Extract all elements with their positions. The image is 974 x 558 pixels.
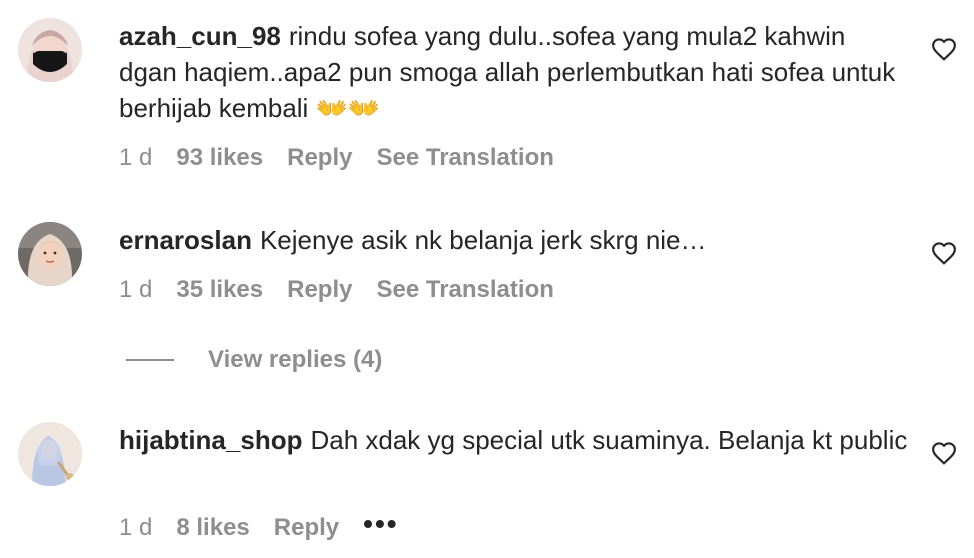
avatar[interactable] (18, 222, 82, 286)
comment-text: azah_cun_98 rindu sofea yang dulu..sofea … (119, 18, 909, 126)
heart-outline-icon[interactable] (931, 441, 957, 465)
comment-username[interactable]: azah_cun_98 (119, 21, 281, 51)
comment-meta: 1 d 93 likes Reply See Translation (119, 144, 554, 172)
comment-time: 1 d (119, 514, 153, 541)
reply-button[interactable]: Reply (287, 144, 352, 172)
avatar[interactable] (18, 422, 82, 486)
more-options-icon[interactable]: ••• (363, 508, 398, 540)
heart-outline-icon[interactable] (931, 37, 957, 61)
comment-meta: 1 d 8 likes Reply ••• (119, 508, 399, 544)
avatar[interactable] (18, 18, 82, 82)
comment-time: 1 d (119, 276, 153, 303)
view-replies-label: View replies (4) (208, 346, 383, 373)
comment-meta: 1 d 35 likes Reply See Translation (119, 276, 554, 304)
reply-button[interactable]: Reply (274, 514, 339, 542)
see-translation-button[interactable]: See Translation (376, 276, 553, 304)
comment-username[interactable]: hijabtina_shop (119, 425, 302, 455)
likes-count[interactable]: 35 likes (176, 276, 263, 304)
heart-outline-icon[interactable] (931, 241, 957, 265)
reply-button[interactable]: Reply (287, 276, 352, 304)
view-replies-button[interactable]: View replies (4) (126, 346, 382, 374)
likes-count[interactable]: 8 likes (176, 514, 249, 542)
replies-divider (126, 359, 174, 361)
comment-time: 1 d (119, 144, 153, 171)
comment-body: Kejenye asik nk belanja jerk skrg nie… (259, 225, 707, 255)
comment-body: Dah xdak yg special utk suaminya. Belanj… (310, 425, 908, 455)
see-translation-button[interactable]: See Translation (376, 144, 553, 172)
likes-count[interactable]: 93 likes (176, 144, 263, 172)
comment-text: ernaroslan Kejenye asik nk belanja jerk s… (119, 222, 909, 258)
comment-username[interactable]: ernaroslan (119, 225, 252, 255)
comment-text: hijabtina_shop Dah xdak yg special utk su… (119, 422, 909, 458)
